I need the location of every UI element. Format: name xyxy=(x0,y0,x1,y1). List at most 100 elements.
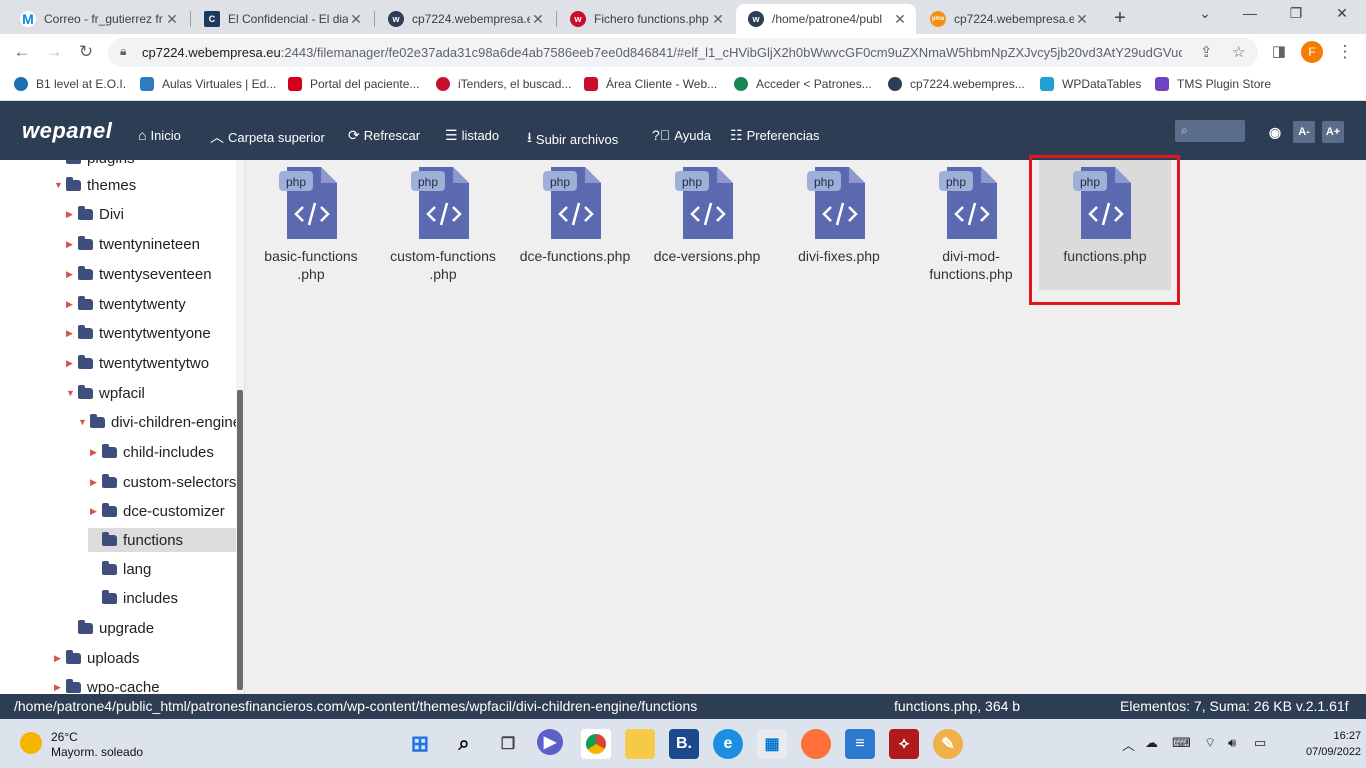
system-clock[interactable]: 16:27 07/09/2022 xyxy=(1306,728,1361,760)
collapse-icon[interactable]: ▼ xyxy=(78,417,90,427)
tree-node-twentyseventeen[interactable]: ▶ twentyseventeen xyxy=(66,262,212,286)
eye-icon[interactable]: ◉ xyxy=(1264,121,1286,143)
search-input[interactable]: ⌕ xyxy=(1175,120,1245,142)
forward-button[interactable]: → xyxy=(43,42,65,62)
close-tab-icon[interactable]: ✕ xyxy=(530,11,546,28)
tree-node-child-includes[interactable]: ▶ child-includes xyxy=(90,440,214,464)
paint-icon[interactable]: ✎ xyxy=(933,729,963,759)
chevron-up-icon[interactable]: ︿ xyxy=(1122,735,1135,754)
file-explorer-icon[interactable] xyxy=(625,729,655,759)
font-increase-button[interactable]: A+ xyxy=(1322,121,1344,143)
store-icon[interactable]: ▦ xyxy=(757,729,787,759)
tree-node-twentytwentytwo[interactable]: ▶ twentytwentytwo xyxy=(66,351,209,375)
expand-icon[interactable]: ▶ xyxy=(66,299,78,310)
home-button[interactable]: ⌂ Inicio xyxy=(138,127,181,143)
lock-icon[interactable]: 🔒︎ xyxy=(120,44,126,59)
expand-icon[interactable]: ▶ xyxy=(54,682,66,693)
notepad-icon[interactable]: ≡ xyxy=(845,729,875,759)
preferences-button[interactable]: ☷ Preferencias xyxy=(730,127,820,144)
new-tab-button[interactable]: + xyxy=(1109,7,1131,30)
tree-node-divi-children-engine[interactable]: ▼ divi-children-engine xyxy=(78,410,241,434)
tree-node-lang[interactable]: lang xyxy=(102,557,151,581)
teams-chat-icon[interactable]: ▶ xyxy=(537,729,563,755)
restore-button[interactable]: ❐ xyxy=(1284,5,1308,22)
browser-tab-webempresa-1[interactable]: w cp7224.webempresa.e ✕ xyxy=(376,4,554,34)
bookmark-cp7224[interactable]: cp7224.webempres... xyxy=(888,77,1025,91)
browser-tab-phpmyadmin[interactable]: pma cp7224.webempresa.e ✕ xyxy=(918,4,1098,34)
parent-folder-button[interactable]: ︿ Carpeta superior xyxy=(210,127,325,147)
windows-start-icon[interactable]: ⊞ xyxy=(405,729,435,759)
tree-node-custom-selectors[interactable]: ▶ custom-selectors xyxy=(90,470,236,494)
expand-icon[interactable]: ▶ xyxy=(66,358,78,369)
bookmark-b1[interactable]: B1 level at E.O.I. xyxy=(14,77,126,91)
expand-icon[interactable]: ▶ xyxy=(66,328,78,339)
bookmark-acceder[interactable]: Acceder < Patrones... xyxy=(734,77,872,91)
tree-node-themes[interactable]: ▼ themes xyxy=(54,173,136,197)
bookmark-aulas[interactable]: Aulas Virtuales | Ed... xyxy=(140,77,276,91)
file-item[interactable]: php custom-functions .php xyxy=(377,160,509,290)
tree-node-wpfacil[interactable]: ▼ wpfacil xyxy=(66,381,145,405)
bookmark-wpdatatables[interactable]: WPDataTables xyxy=(1040,77,1141,91)
expand-icon[interactable]: ▶ xyxy=(66,239,78,250)
close-tab-icon[interactable]: ✕ xyxy=(710,11,726,28)
tree-node-divi[interactable]: ▶ Divi xyxy=(66,202,124,226)
chrome-icon[interactable] xyxy=(581,729,611,759)
expand-icon[interactable]: ▶ xyxy=(90,447,102,458)
volume-icon[interactable]: 🔊︎ xyxy=(1228,735,1236,751)
font-decrease-button[interactable]: A- xyxy=(1293,121,1315,143)
tree-node-functions[interactable]: functions xyxy=(88,528,238,552)
close-tab-icon[interactable]: ✕ xyxy=(892,11,908,28)
tab-search-icon[interactable]: ⌄ xyxy=(1193,5,1217,22)
close-tab-icon[interactable]: ✕ xyxy=(164,11,180,28)
file-item[interactable]: php basic-functions .php xyxy=(245,160,377,290)
tree-node-upgrade[interactable]: upgrade xyxy=(66,616,154,640)
cloud-icon[interactable]: ☁ xyxy=(1145,735,1158,751)
reload-button[interactable]: ↻ xyxy=(75,42,97,62)
tree-node-wpo-cache[interactable]: ▶ wpo-cache xyxy=(54,675,160,694)
file-item[interactable]: php divi-mod- functions.php xyxy=(905,160,1037,290)
bookmark-star-icon[interactable]: ☆ xyxy=(1232,43,1245,61)
bookmark-portal[interactable]: Portal del paciente... xyxy=(288,77,419,91)
bold-app-icon[interactable]: B. xyxy=(669,729,699,759)
edge-icon[interactable]: e xyxy=(713,729,743,759)
bookmark-area-cliente[interactable]: Área Cliente - Web... xyxy=(584,77,717,91)
share-icon[interactable]: ⇪ xyxy=(1200,43,1213,61)
browser-tab-fichero[interactable]: w Fichero functions.php ✕ xyxy=(558,4,734,34)
keyboard-icon[interactable]: ⌨ xyxy=(1172,735,1191,751)
bookmark-itenders[interactable]: iTenders, el buscad... xyxy=(436,77,571,91)
tree-node-twentytwenty[interactable]: ▶ twentytwenty xyxy=(66,292,186,316)
tree-node-includes[interactable]: includes xyxy=(90,586,178,610)
profile-avatar[interactable]: F xyxy=(1301,41,1323,63)
menu-icon[interactable]: ⋮ xyxy=(1334,42,1356,62)
tree-node-uploads[interactable]: ▶ uploads xyxy=(54,646,140,670)
tree-node-twentynineteen[interactable]: ▶ twentynineteen xyxy=(66,232,200,256)
close-tab-icon[interactable]: ✕ xyxy=(1074,11,1090,28)
expand-icon[interactable]: ▶ xyxy=(90,477,102,488)
browser-tab-confidencial[interactable]: C El Confidencial - El dia ✕ xyxy=(192,4,372,34)
tree-node-plugins[interactable]: plugins xyxy=(54,160,135,170)
tree-node-dce-customizer[interactable]: ▶ dce-customizer xyxy=(90,499,225,523)
task-view-icon[interactable]: ❐ xyxy=(493,729,523,759)
file-item[interactable]: php dce-versions.php xyxy=(641,160,773,290)
weather-widget[interactable]: 26°C Mayorm. soleado xyxy=(51,730,143,760)
firefox-icon[interactable] xyxy=(801,729,831,759)
browser-tab-active[interactable]: w /home/patrone4/publ ✕ xyxy=(736,4,916,34)
expand-icon[interactable]: ▶ xyxy=(90,506,102,517)
tree-node-twentytwentyone[interactable]: ▶ twentytwentyone xyxy=(66,321,211,345)
browser-tab-correo[interactable]: M Correo - fr_gutierrez fr ✕ xyxy=(8,4,188,34)
wifi-icon[interactable]: ⌔ xyxy=(1204,735,1216,751)
side-panel-icon[interactable]: ◨ xyxy=(1268,42,1290,60)
expand-icon[interactable]: ▶ xyxy=(66,209,78,220)
address-bar[interactable]: 🔒︎ cp7224.webempresa.eu:2443/filemanager… xyxy=(108,38,1258,67)
refresh-button[interactable]: ⟳ Refrescar xyxy=(348,127,420,144)
help-button[interactable]: ?⃝ Ayuda xyxy=(652,127,711,143)
close-window-button[interactable]: ✕ xyxy=(1330,5,1354,22)
expand-icon[interactable]: ▶ xyxy=(54,653,66,664)
battery-icon[interactable]: ▭ xyxy=(1254,735,1266,751)
minimize-button[interactable]: — xyxy=(1238,5,1262,21)
sun-icon[interactable] xyxy=(20,732,42,754)
upload-button[interactable]: ⭳ Subir archivos xyxy=(527,127,618,151)
search-icon[interactable]: ⌕ xyxy=(449,729,479,759)
tree-scrollbar[interactable] xyxy=(236,160,244,694)
list-view-button[interactable]: ☰ listado xyxy=(445,127,499,144)
